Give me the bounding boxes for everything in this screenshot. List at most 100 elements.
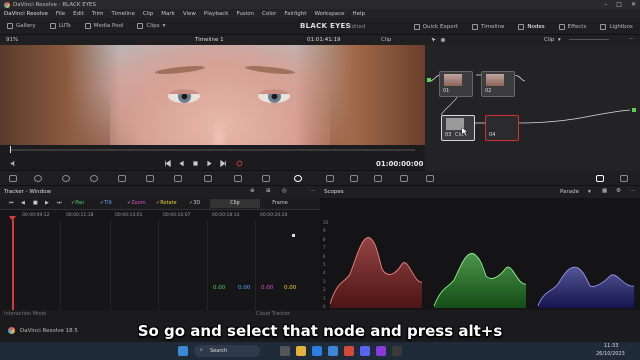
scope-grid-icon[interactable]: ▦	[602, 188, 607, 194]
stop-icon[interactable]	[192, 160, 199, 167]
clips-button[interactable]: Clips ▾	[130, 18, 172, 35]
track-tilt-checkbox[interactable]: ✓Tilt	[100, 200, 112, 206]
curves-tool-icon[interactable]	[174, 175, 182, 182]
playhead-marker-icon[interactable]	[9, 216, 16, 221]
effects-button[interactable]: Effects	[552, 18, 594, 35]
clip-dropdown[interactable]: Clip	[381, 37, 391, 43]
taskbar-search[interactable]: ⌕ Search	[194, 345, 260, 357]
hand-icon[interactable]	[440, 37, 446, 43]
menu-fairlight[interactable]: Fairlight	[284, 11, 306, 17]
node-02[interactable]: 02	[481, 71, 515, 97]
menu-playback[interactable]: Playback	[204, 11, 229, 17]
clip-mode-button[interactable]: Clip	[210, 199, 260, 208]
crosshair-icon[interactable]: ⊕	[250, 188, 255, 194]
3d-tool-icon[interactable]	[426, 175, 434, 182]
store-icon[interactable]	[328, 346, 338, 356]
window-tool-icon[interactable]	[262, 175, 270, 182]
hdr-tool-icon[interactable]	[90, 175, 98, 182]
chrome-icon[interactable]	[344, 346, 354, 356]
color-warper-tool-icon[interactable]	[204, 175, 212, 182]
maximize-button[interactable]: □	[616, 1, 622, 8]
last-frame-icon[interactable]	[220, 160, 227, 167]
more-options-icon[interactable]: ⋯	[629, 36, 635, 42]
menu-timeline[interactable]: Timeline	[112, 11, 135, 17]
windows-start-icon[interactable]	[178, 346, 188, 356]
tracker-tool-icon[interactable]	[294, 175, 302, 182]
menu-workspace[interactable]: Workspace	[314, 11, 344, 17]
node-04[interactable]: 04	[485, 115, 519, 141]
menu-file[interactable]: File	[56, 11, 65, 17]
timeline-name[interactable]: Timeline 1	[195, 37, 224, 43]
task-view-icon[interactable]	[280, 346, 290, 356]
nodes-button[interactable]: Nodes	[511, 18, 551, 35]
color-match-tool-icon[interactable]	[34, 175, 42, 182]
close-button[interactable]: ✕	[631, 1, 636, 8]
fx-icon[interactable]: ◎	[282, 188, 287, 194]
rgb-mixer-tool-icon[interactable]	[118, 175, 126, 182]
output-dot[interactable]	[632, 108, 636, 112]
track-3d-checkbox[interactable]: ✓3D	[189, 200, 200, 206]
menu-color[interactable]: Color	[262, 11, 276, 17]
discord-icon[interactable]	[360, 346, 370, 356]
zoom-slider[interactable]	[569, 39, 609, 40]
play-icon[interactable]	[206, 160, 213, 167]
tracker-graph[interactable]: 00:00:09:12 00:00:11:18 00:00:14:01 00:0…	[0, 210, 320, 310]
viewer-image[interactable]	[0, 45, 425, 145]
zoom-level[interactable]: 91%	[6, 37, 18, 43]
node-mode-dropdown[interactable]: Clip	[544, 37, 554, 43]
pointer-icon[interactable]	[431, 37, 437, 43]
playhead[interactable]	[10, 146, 11, 153]
menu-view[interactable]: View	[183, 11, 196, 17]
node-graph[interactable]: 01 02 03 Clo... 04	[425, 45, 640, 171]
edge-icon[interactable]	[312, 346, 322, 356]
cloud-tracker-button[interactable]: Cloud Tracker	[256, 311, 290, 317]
menu-mark[interactable]: Mark	[161, 11, 175, 17]
scope-type-dropdown[interactable]: Parade	[560, 189, 579, 195]
track-reverse-icon[interactable]: ◀	[21, 200, 25, 206]
minimize-button[interactable]: –	[604, 1, 607, 8]
sizing-tool-icon[interactable]	[400, 175, 408, 182]
info-tool-icon[interactable]	[620, 175, 628, 182]
timeline-button[interactable]: Timeline	[465, 18, 511, 35]
tracker-playhead[interactable]	[12, 220, 14, 310]
menu-edit[interactable]: Edit	[73, 11, 84, 17]
qualifier-tool-icon[interactable]	[234, 175, 242, 182]
menu-trim[interactable]: Trim	[92, 11, 104, 17]
menu-help[interactable]: Help	[353, 11, 366, 17]
keyframe-marker[interactable]	[292, 234, 295, 237]
media-pool-button[interactable]: Media Pool	[78, 18, 131, 35]
file-explorer-icon[interactable]	[296, 346, 306, 356]
track-rotate-checkbox[interactable]: ✓Rotate	[156, 200, 177, 206]
gallery-button[interactable]: Gallery	[0, 18, 43, 35]
pin-icon[interactable]: ⊞	[266, 188, 271, 194]
camera-raw-tool-icon[interactable]	[9, 175, 17, 182]
scope-settings-icon[interactable]: ⚙	[616, 188, 621, 194]
color-wheels-tool-icon[interactable]	[62, 175, 70, 182]
play-reverse-icon[interactable]	[178, 160, 185, 167]
blur-tool-icon[interactable]	[350, 175, 358, 182]
audio-icon[interactable]	[10, 160, 17, 167]
motion-effects-tool-icon[interactable]	[146, 175, 154, 182]
key-tool-icon[interactable]	[374, 175, 382, 182]
source-input-dot[interactable]	[427, 78, 431, 82]
luts-button[interactable]: LUTs	[43, 18, 78, 35]
first-frame-icon[interactable]	[164, 160, 171, 167]
stop-track-icon[interactable]: ■	[33, 200, 38, 206]
menu-clip[interactable]: Clip	[143, 11, 153, 17]
scopes-tool-icon[interactable]	[596, 175, 604, 182]
resolve-taskbar-icon[interactable]	[392, 346, 402, 356]
frame-mode-button[interactable]: Frame	[260, 199, 300, 208]
loop-icon[interactable]	[236, 160, 243, 167]
more-options-icon[interactable]: ⋯	[630, 188, 636, 194]
lightbox-button[interactable]: Lightbox	[593, 18, 640, 35]
interaction-mode-label[interactable]: Interaction Mode	[4, 311, 46, 317]
magic-mask-tool-icon[interactable]	[326, 175, 334, 182]
track-forward-icon[interactable]: ▶	[45, 200, 49, 206]
node-01[interactable]: 01	[439, 71, 473, 97]
track-forward-end-icon[interactable]: ⏭	[57, 200, 62, 206]
menu-fusion[interactable]: Fusion	[236, 11, 254, 17]
track-backward-icon[interactable]: ⏮	[9, 200, 14, 206]
track-zoom-checkbox[interactable]: ✓Zoom	[127, 200, 146, 206]
menu-app[interactable]: DaVinci Resolve	[4, 11, 48, 17]
quick-export-button[interactable]: Quick Export	[407, 18, 465, 35]
